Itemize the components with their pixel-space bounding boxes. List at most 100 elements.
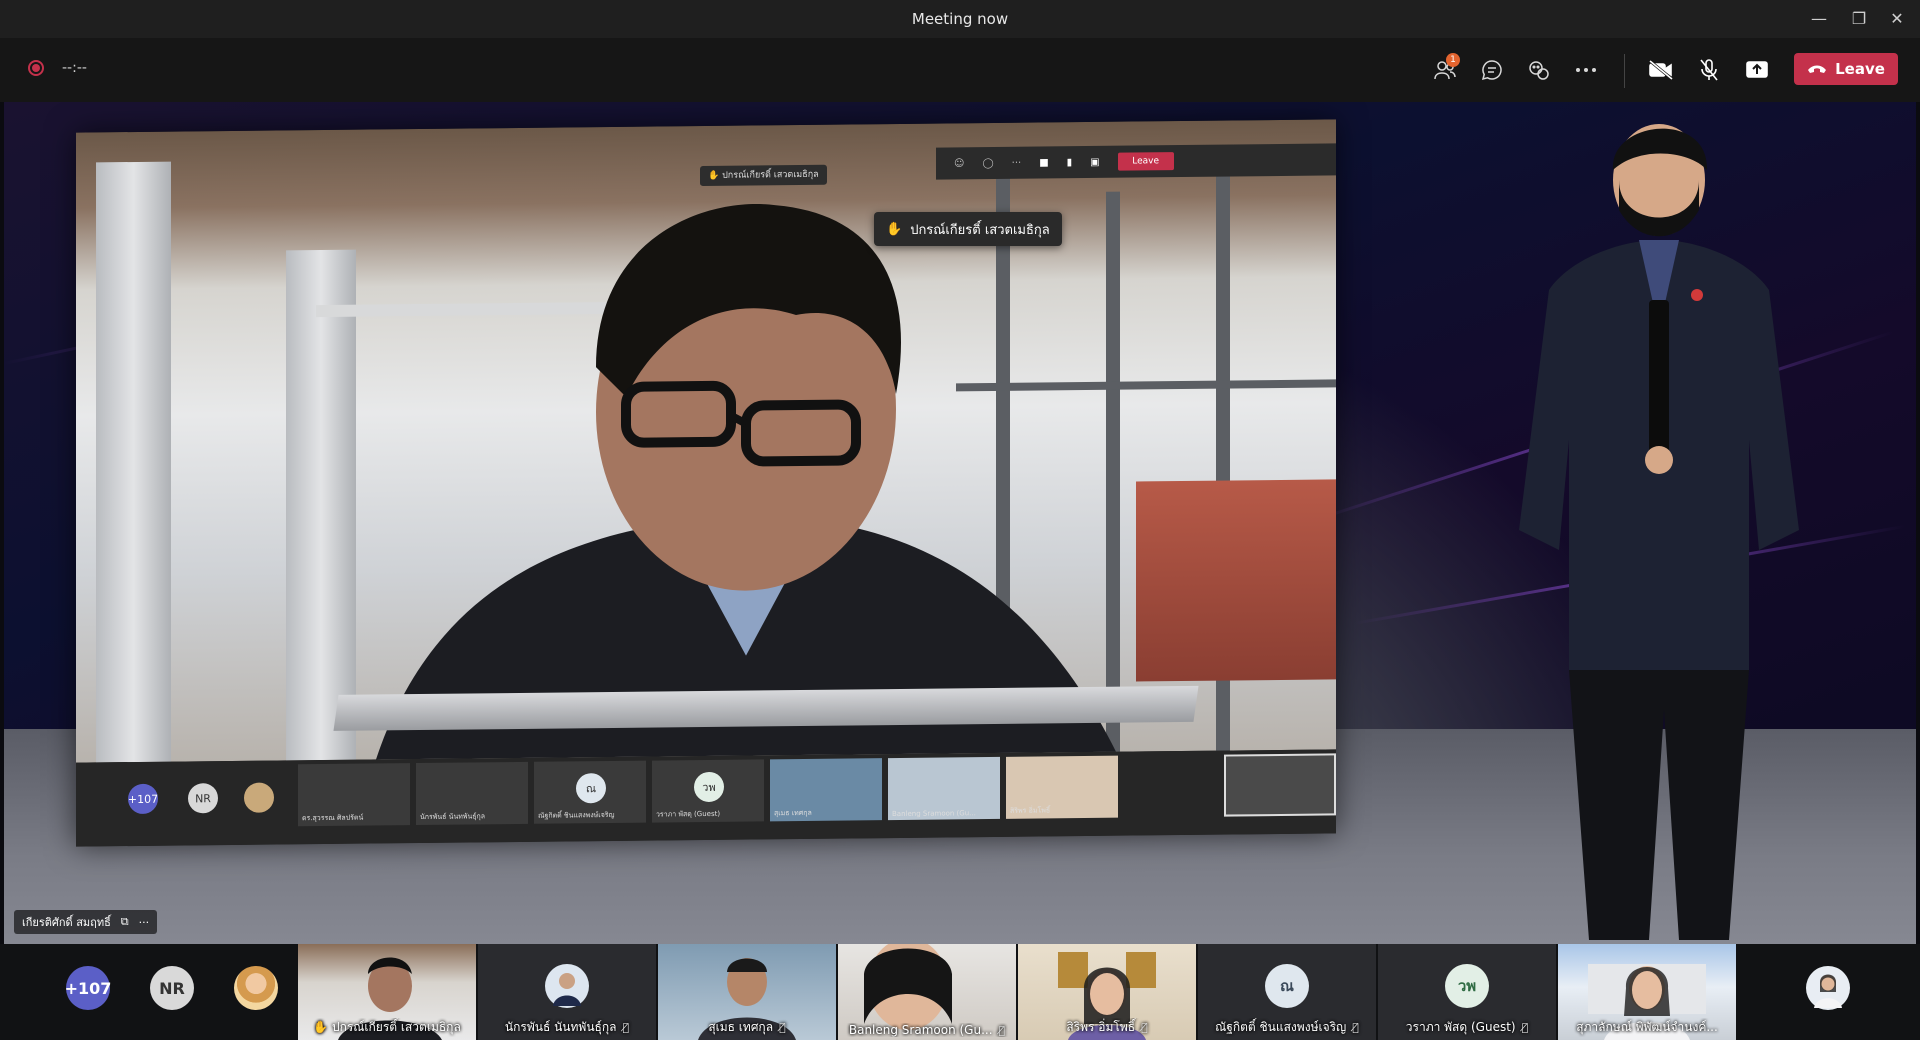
chat-icon (1481, 60, 1502, 81)
meeting-timer: --:-- (62, 60, 87, 76)
participants-badge: 1 (1446, 53, 1460, 67)
restore-icon[interactable]: ❐ (1842, 6, 1876, 32)
inner-tile-name: วราภา พัสดุ (Guest) (656, 809, 721, 819)
shared-screen: ☺ ◯ ··· ■ ▮ ▣ Leave ✋ ปกรณ์เกียรติ์ เสวต… (76, 119, 1336, 847)
together-mode-stage: ☺ ◯ ··· ■ ▮ ▣ Leave ✋ ปกรณ์เกียรติ์ เสวต… (4, 102, 1916, 944)
participant-tile-label: นักรพันธ์ นันทพันธุ์กุล 🎙̸ (478, 1018, 656, 1037)
inner-hand-name: ปกรณ์เกียรติ์ เสวตเมธิกุล (722, 169, 819, 181)
inner-tile: ดร.สุวรรณ ศิลปรัตน์ (298, 763, 410, 827)
inner-tile: นักรพันธ์ นันทพันธุ์กุล (416, 761, 528, 826)
presenter-figure (1519, 124, 1799, 940)
recording-icon (28, 60, 44, 76)
mic-off-icon (1700, 59, 1718, 81)
ellipsis-icon (1576, 68, 1596, 72)
inner-leave-label: Leave (1117, 152, 1174, 171)
participant-tile[interactable]: นักรพันธ์ นันทพันธุ์กุล 🎙̸ (478, 944, 656, 1040)
office-pillar (96, 161, 171, 763)
mic-off-icon: 🎙̸ (998, 1024, 1006, 1037)
self-avatar[interactable] (1806, 966, 1850, 1010)
inner-tile: วพ วราภา พัสดุ (Guest) (652, 759, 764, 823)
participant-tile[interactable]: ณ ณัฐกิตติ์ ชินแสงพงษ์เจริญ 🎙̸ (1198, 944, 1376, 1040)
inner-tile-avatar: วพ (694, 771, 724, 803)
inner-hand-notice: ✋ ปกรณ์เกียรติ์ เสวตเมธิกุล (700, 164, 827, 187)
raised-hand-notice: ✋ ปกรณ์เกียรติ์ เสวตเมธิกุล (874, 212, 1062, 246)
stage-more-icon[interactable]: ··· (139, 916, 150, 929)
participant-name: Banleng Sramoon (Gu... (848, 1023, 993, 1037)
stage-name-label: เกียรติศักดิ์ สมฤทธิ์ ⧉ ··· (14, 910, 158, 934)
participant-tile[interactable]: สุเมธ เทศกุล 🎙̸ (658, 944, 836, 1040)
layout-icon[interactable]: ⧉ (121, 915, 129, 929)
participant-name: วราภา พัสดุ (Guest) (1405, 1020, 1516, 1034)
participant-avatar-nr[interactable]: NR (150, 966, 194, 1010)
minimize-icon[interactable]: — (1802, 6, 1836, 32)
inner-camera-icon: ■ (1039, 156, 1049, 169)
leave-label: Leave (1835, 60, 1885, 78)
inner-people-icon: ☺ (954, 157, 965, 169)
inner-tile-name: สุเมธ เทศกุล (774, 808, 812, 818)
hangup-icon (1808, 65, 1827, 73)
inner-tile-name: สิริพร อิ่มโพธิ์ (1010, 806, 1051, 815)
inner-photo-avatar (244, 782, 274, 813)
inner-more-icon: ··· (1011, 157, 1022, 169)
participant-tile-label: สุเมธ เทศกุล 🎙̸ (658, 1018, 836, 1037)
participant-tile[interactable]: Banleng Sramoon (Gu... 🎙̸ (838, 944, 1016, 1040)
participant-tile[interactable]: สิริพร อิ่มโพธิ์ 🎙̸ (1018, 944, 1196, 1040)
participant-avatar: วพ (1445, 964, 1489, 1008)
raised-hand-icon: ✋ (886, 221, 903, 237)
participant-photo-avatar[interactable] (234, 966, 278, 1010)
brick-building (1136, 479, 1336, 682)
participant-name: สิริพร อิ่มโพธิ์ (1066, 1020, 1136, 1034)
speaker-figure (376, 204, 1116, 760)
share-screen-button[interactable] (1740, 53, 1774, 87)
inner-overflow-avatar: +107 (128, 783, 158, 815)
more-actions-button[interactable] (1569, 53, 1603, 87)
participant-name: นักรพันธ์ นันทพันธุ์กุล (504, 1020, 617, 1034)
mic-off-icon: 🎙̸ (779, 1021, 786, 1034)
participant-name: สุเมธ เทศกุล (708, 1020, 774, 1034)
reactions-button[interactable] (1522, 53, 1556, 87)
inner-tile-name: ณัฐกิตติ์ ชินแสงพงษ์เจริญ (538, 810, 615, 820)
overflow-participants-button[interactable]: +107 (65, 966, 111, 1010)
participant-name: ปกรณ์เกียรติ์ เสวตเมธิกุล (331, 1020, 461, 1034)
mic-toggle-button[interactable] (1692, 53, 1726, 87)
reactions-icon (1529, 61, 1549, 80)
person-photo-icon (553, 973, 581, 1006)
mic-off-icon: 🎙̸ (1352, 1021, 1359, 1034)
inner-tile: สุเมธ เทศกุล (770, 758, 882, 822)
office-pillar (286, 249, 356, 761)
person-photo-icon (1814, 974, 1842, 1008)
window-title: Meeting now (911, 10, 1009, 28)
inner-self-tile (1224, 753, 1336, 817)
raised-hand-icon: ✋ (313, 1020, 329, 1034)
participant-tile[interactable]: สุภาลักษณ์ พิพัฒน์จำนงค์... (1558, 944, 1736, 1040)
mic-off-icon: 🎙̸ (622, 1021, 630, 1034)
participant-tile-label: วราภา พัสดุ (Guest) 🎙̸ (1378, 1018, 1556, 1037)
participant-strip: +107 NR ✋ ปกรณ์เกียรติ์ เสวตเมธิกุล นักร… (0, 944, 1920, 1040)
inner-tile: สิริพร อิ่มโพธิ์ (1006, 755, 1118, 819)
inner-tile-name: Banleng Sramoon (Gu... (892, 809, 976, 819)
participant-avatar (545, 964, 589, 1008)
speaker-video (76, 119, 1336, 763)
meeting-toolbar: --:-- 1 Leave (0, 38, 1920, 102)
camera-toggle-button[interactable] (1644, 53, 1678, 87)
shared-participant-strip: +107 NR ดร.สุวรรณ ศิลปรัตน์ นักรพันธ์ นั… (76, 749, 1336, 847)
share-icon (1746, 61, 1768, 78)
inner-initials-avatar: NR (188, 783, 218, 814)
leave-button[interactable]: Leave (1794, 53, 1898, 85)
participant-tile[interactable]: ✋ ปกรณ์เกียรติ์ เสวตเมธิกุล (298, 944, 476, 1040)
toolbar-divider (1624, 54, 1625, 88)
chat-button[interactable] (1475, 53, 1509, 87)
participant-tile-label: ✋ ปกรณ์เกียรติ์ เสวตเมธิกุล (298, 1018, 476, 1037)
participant-tile[interactable]: วพ วราภา พัสดุ (Guest) 🎙̸ (1378, 944, 1556, 1040)
raised-hand-name: ปกรณ์เกียรติ์ เสวตเมธิกุล (910, 222, 1050, 238)
participant-name: ณัฐกิตติ์ ชินแสงพงษ์เจริญ (1215, 1020, 1347, 1034)
participants-button[interactable]: 1 (1428, 53, 1462, 87)
close-icon[interactable]: ✕ (1880, 6, 1914, 32)
mic-off-icon: 🎙̸ (1521, 1021, 1529, 1034)
title-bar: Meeting now — ❐ ✕ (0, 0, 1920, 39)
participant-avatar: ณ (1265, 964, 1309, 1008)
inner-tile: ณ ณัฐกิตติ์ ชินแสงพงษ์เจริญ (534, 760, 646, 824)
inner-tile-name: นักรพันธ์ นันทพันธุ์กุล (420, 812, 486, 821)
participant-tile-label: สุภาลักษณ์ พิพัฒน์จำนงค์... (1558, 1018, 1736, 1037)
inner-mic-icon: ▮ (1066, 156, 1073, 168)
